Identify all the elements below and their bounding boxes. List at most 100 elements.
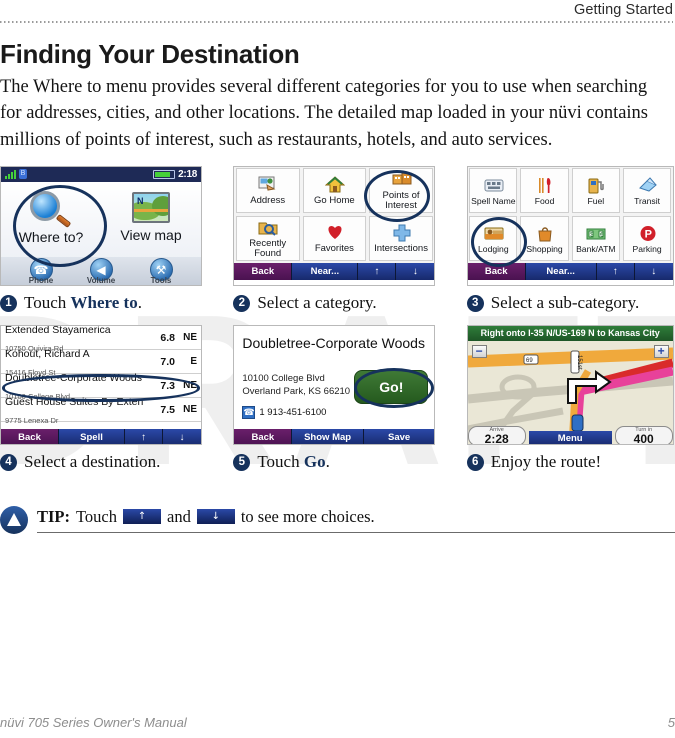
category-intersections[interactable]: Intersections (369, 216, 433, 262)
lodging-icon (484, 224, 504, 242)
view-map-label: View map (120, 227, 182, 244)
home-screen: Where to? N View map ☎ Phone ◀ Volume ⚒ … (1, 181, 201, 285)
result-distance: 6.8 (160, 331, 175, 344)
svg-text:P: P (644, 228, 651, 240)
subcategory-label: Parking (632, 243, 662, 254)
near-button[interactable]: Near... (292, 262, 359, 280)
where-to-button[interactable]: Where to? (1, 182, 101, 254)
category-go-home[interactable]: Go Home (302, 168, 367, 214)
scroll-up-button-inline[interactable]: ↑ (123, 509, 162, 525)
tip-box: TIP: Touch ↑ and ↓ to see more choices. (0, 505, 675, 534)
step-number-badge: 2 (233, 294, 251, 312)
detail-phone[interactable]: ☎ 1 913-451-6100 (242, 406, 426, 420)
view-map-button[interactable]: N View map (101, 182, 201, 254)
scroll-up-button[interactable]: ↑ (596, 262, 635, 280)
page-title: Finding Your Destination (0, 39, 300, 69)
subcategory-row-1: Spell Name Food Fuel Transit (468, 167, 673, 215)
back-button[interactable]: Back (1, 429, 59, 445)
scroll-down-button[interactable]: ↓ (634, 262, 673, 280)
scroll-up-button[interactable]: ↑ (125, 429, 163, 445)
category-points-of-interest[interactable]: Points of Interest (369, 168, 433, 214)
subcategory-grid: Spell Name Food Fuel Transit Lodging Sho… (467, 166, 673, 263)
page-content: Getting Started Finding Your Destination… (0, 0, 675, 534)
spell-button[interactable]: Spell (59, 429, 125, 445)
step-3-caption: 3 Select a sub-category. (466, 292, 675, 313)
result-direction: NE (183, 332, 197, 344)
category-grid: Address Go Home Points of Interest Recen… (234, 166, 435, 263)
food-icon (535, 176, 554, 194)
turn-banner: Right onto I-35 N/US-169 N to Kansas Cit… (467, 326, 673, 342)
subcategory-bank-atm[interactable]: $ € Bank/ATM (571, 216, 620, 262)
subcategory-transit[interactable]: Transit (622, 168, 672, 214)
step-number-badge: 6 (466, 454, 484, 472)
category-label: Recently Found (249, 238, 287, 260)
category-recently-found[interactable]: Recently Found (235, 216, 300, 262)
scroll-down-button[interactable]: ↓ (163, 429, 201, 445)
zoom-out-button[interactable]: − (471, 345, 487, 359)
go-button[interactable]: Go! (354, 370, 429, 405)
result-direction: E (190, 356, 197, 368)
category-navbar: Back Near... ↑ ↓ (234, 262, 435, 280)
subcategory-label: Transit (634, 195, 661, 206)
zoom-in-button[interactable]: + (653, 345, 669, 359)
results-navbar: Back Spell ↑ ↓ (1, 429, 201, 445)
subcategory-label: Fuel (587, 195, 605, 206)
save-button[interactable]: Save (363, 429, 435, 445)
phone-icon: ☎ (242, 406, 256, 420)
scroll-down-button[interactable]: ↓ (396, 262, 435, 280)
map-tile-icon: N (132, 192, 170, 224)
back-button[interactable]: Back (234, 429, 293, 445)
step-6-caption: 6 Enjoy the route! (466, 452, 675, 472)
back-button[interactable]: Back (234, 262, 293, 280)
steps-row-bottom: Extended Stayamerica 10750 Quivira Rd 6.… (0, 325, 675, 472)
svg-text:69: 69 (526, 358, 533, 364)
map-bottom-bar: Arrive 2:28 Menu Turn in 400 (467, 424, 673, 446)
shopping-icon (535, 224, 554, 242)
signal-bars-icon (5, 169, 16, 179)
parking-icon: P (638, 224, 657, 242)
subcategory-spell-name[interactable]: Spell Name (469, 168, 518, 214)
device-screenshot-categories: Address Go Home Points of Interest Recen… (233, 165, 436, 286)
category-favorites[interactable]: Favorites (302, 216, 367, 262)
scroll-down-button-inline[interactable]: ↓ (196, 509, 235, 525)
menu-button[interactable]: Menu (528, 431, 612, 445)
subcategory-shopping[interactable]: Shopping (520, 216, 569, 262)
volume-button[interactable]: ◀ Volume (78, 257, 124, 285)
subcategory-fuel[interactable]: Fuel (571, 168, 620, 214)
result-name: Guest House Suites By Extended (5, 395, 143, 408)
step-6: Right onto I-35 N/US-169 N to Kansas Cit… (466, 325, 675, 472)
turn-distance-indicator[interactable]: Turn in 400 (614, 426, 673, 445)
result-name: Kohout, Richard A (5, 347, 90, 360)
garmin-logo-icon (0, 505, 28, 534)
step-3: Spell Name Food Fuel Transit Lodging Sho… (466, 165, 675, 313)
bluetooth-icon: B (19, 169, 27, 180)
tip-text: TIP: Touch ↑ and ↓ to see more choices. (37, 507, 675, 527)
footer-title: nüvi 705 Series Owner's Manual (0, 715, 187, 730)
near-button[interactable]: Near... (525, 262, 597, 280)
device-screenshot-results: Extended Stayamerica 10750 Quivira Rd 6.… (0, 325, 202, 446)
scroll-up-button[interactable]: ↑ (358, 262, 397, 280)
category-address[interactable]: Address (235, 168, 300, 214)
detail-address-line2: Overland Park, KS 66210 (242, 385, 351, 397)
home-icon (324, 175, 346, 193)
step-number-badge: 1 (0, 294, 17, 312)
back-button[interactable]: Back (467, 262, 526, 280)
result-name: Doubletree-Corporate Woods (5, 371, 142, 384)
list-item[interactable]: Guest House Suites By Extended 9775 Lene… (1, 395, 201, 424)
footer-page-number: 5 (667, 715, 675, 730)
step-caption-text: Touch Go. (257, 452, 330, 472)
show-map-button[interactable]: Show Map (292, 429, 364, 445)
step-2: Address Go Home Points of Interest Recen… (233, 165, 436, 313)
step-caption-text: Select a sub-category. (490, 292, 640, 312)
battery-icon (153, 169, 176, 179)
subcategory-parking[interactable]: P Parking (622, 216, 672, 262)
arrival-value: 2:28 (484, 432, 509, 446)
tools-button[interactable]: ⚒ Tools (138, 257, 184, 285)
phone-button[interactable]: ☎ Phone (18, 257, 64, 285)
subcategory-food[interactable]: Food (520, 168, 569, 214)
fuel-icon (586, 176, 605, 194)
subcategory-label: Bank/ATM (576, 243, 616, 254)
arrival-indicator[interactable]: Arrive 2:28 (467, 426, 526, 446)
subcategory-lodging[interactable]: Lodging (469, 216, 518, 262)
where-to-label: Where to? (18, 228, 84, 245)
